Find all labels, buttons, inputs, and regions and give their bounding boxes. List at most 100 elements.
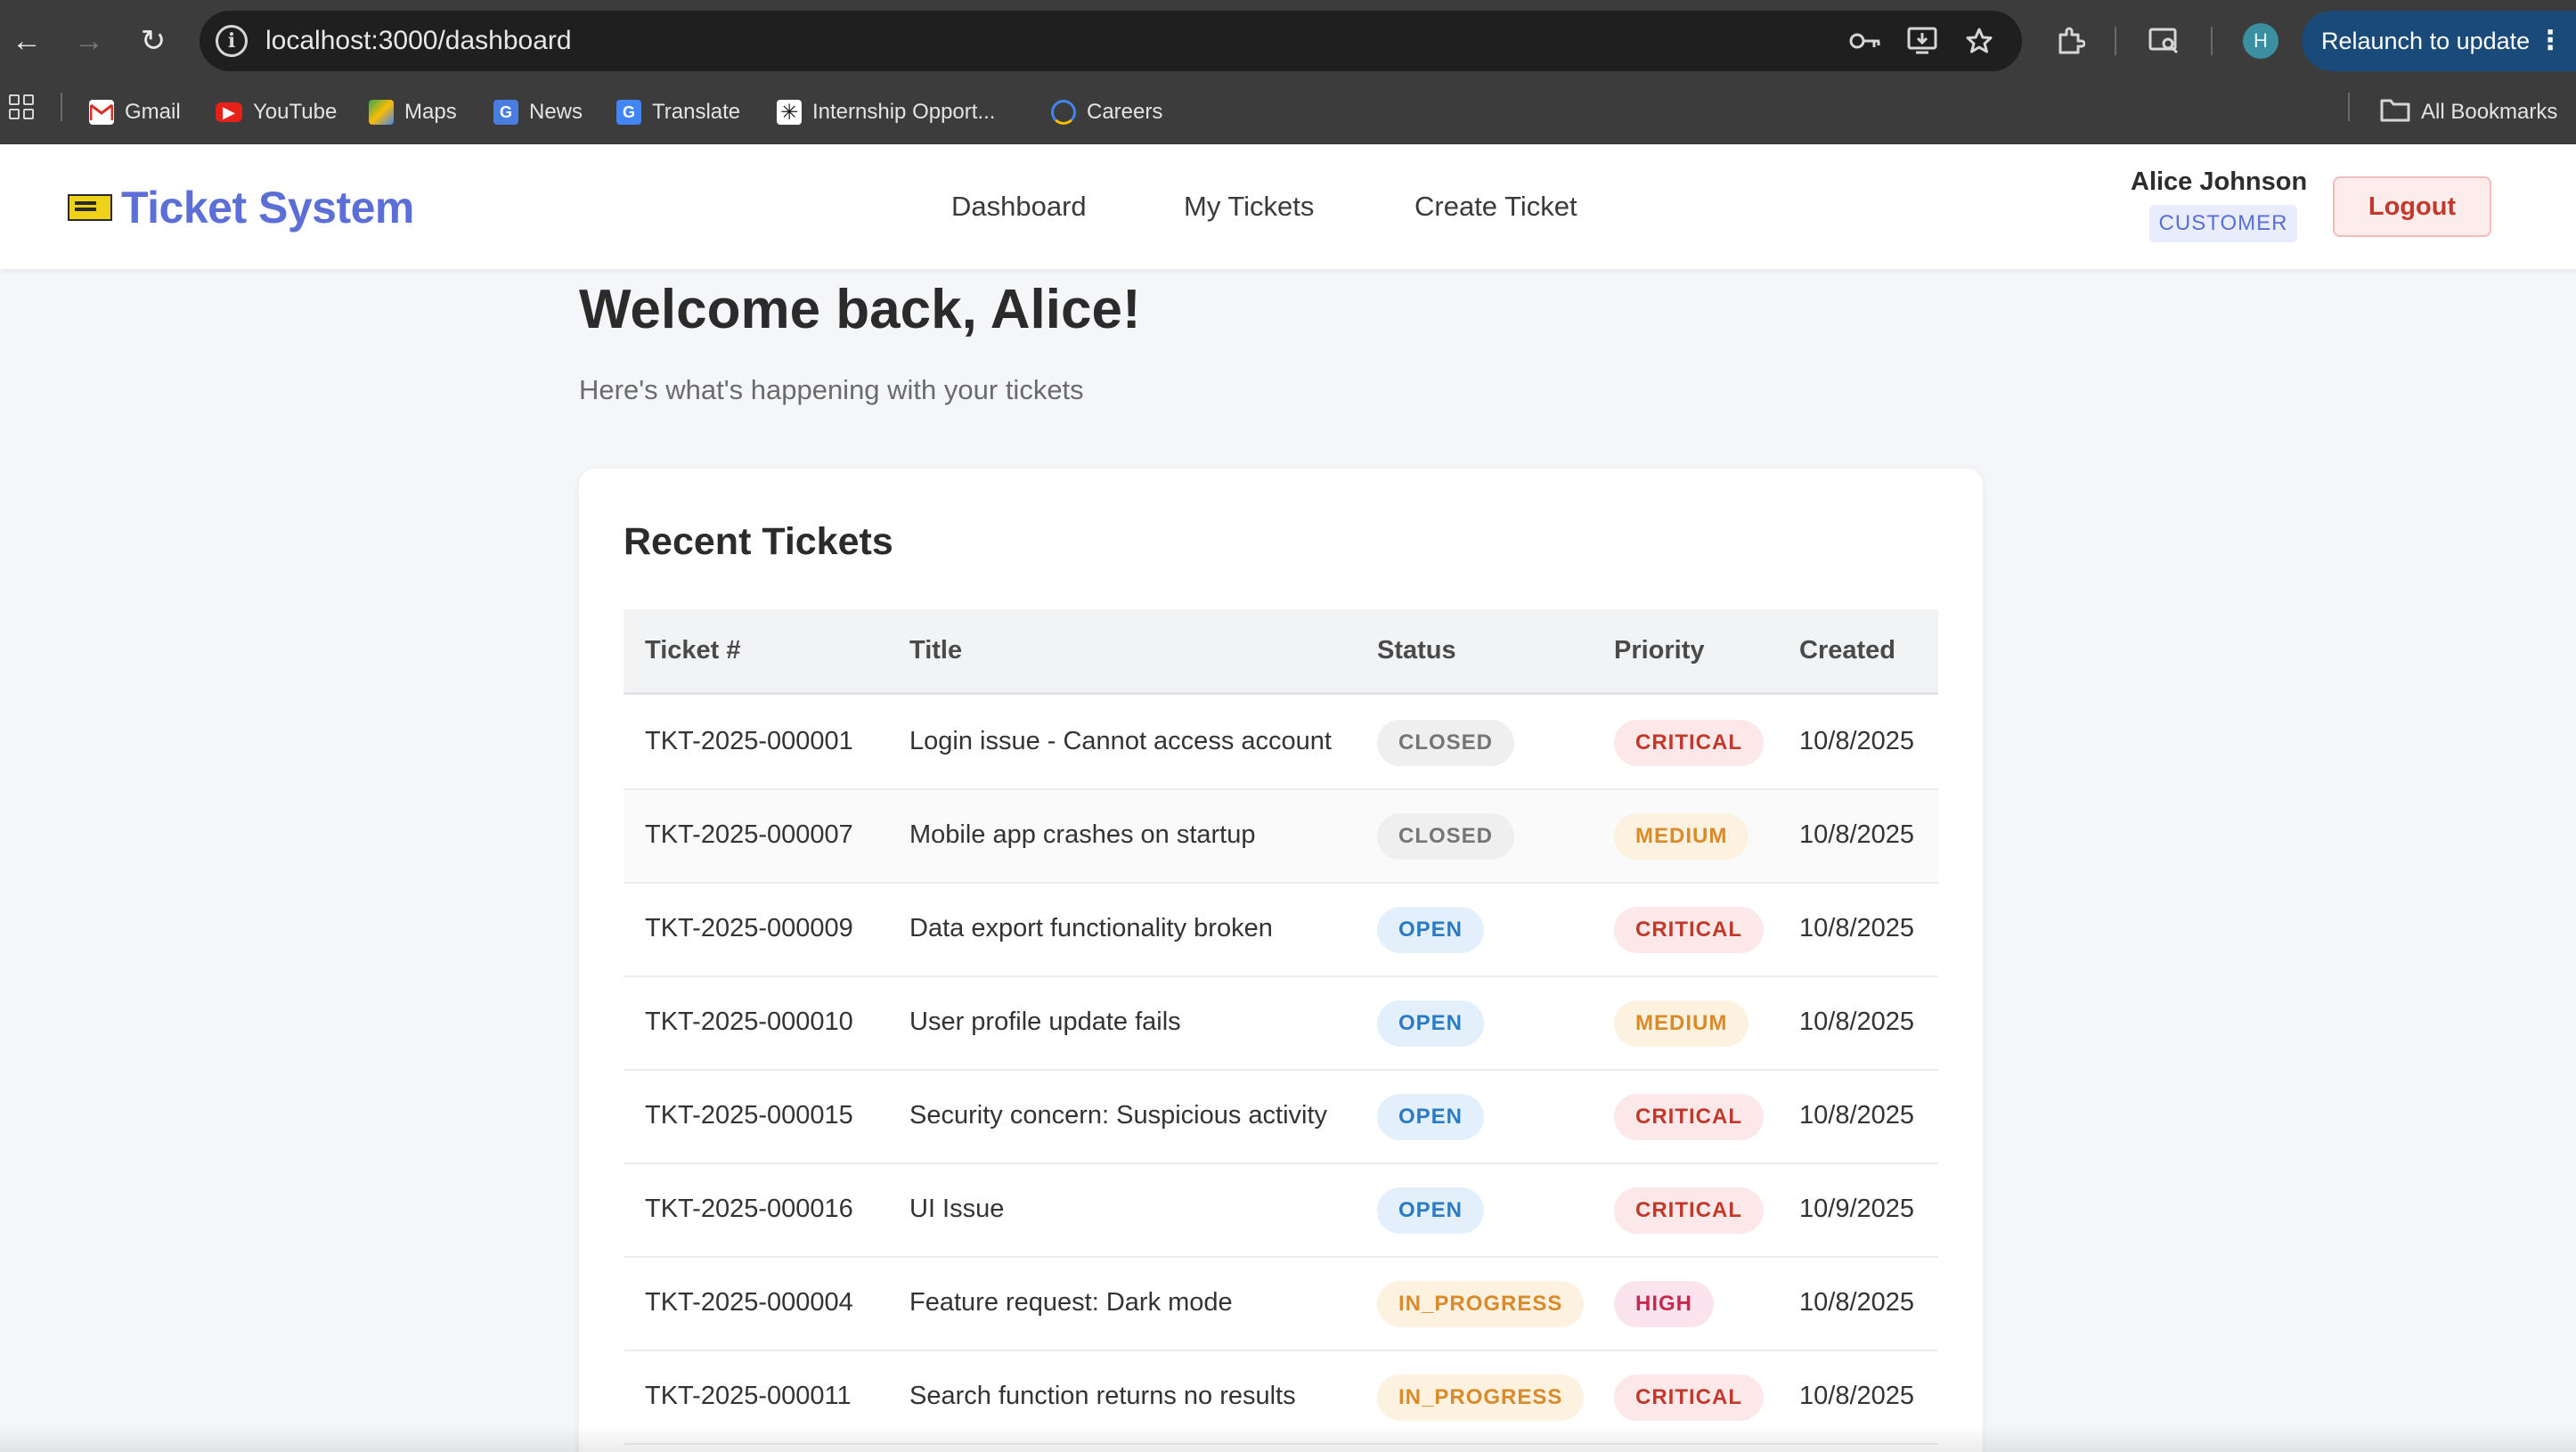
ticket-number: TKT-2025-000001 (645, 727, 853, 755)
bookmarks-bar: Gmail ▶ YouTube Maps G News G Translate … (0, 82, 2576, 144)
toolbar-divider (2211, 27, 2213, 55)
bookmark-divider (2348, 93, 2350, 121)
table-row[interactable]: TKT-2025-000007 Mobile app crashes on st… (624, 790, 1938, 884)
nav-my-tickets[interactable]: My Tickets (1184, 191, 1314, 223)
bookmark-label: Careers (1087, 100, 1163, 124)
status-badge: OPEN (1377, 1187, 1485, 1234)
priority-badge: MEDIUM (1614, 813, 1749, 860)
ticket-number: TKT-2025-000009 (645, 914, 853, 942)
bookmark-star-icon[interactable] (1961, 25, 1997, 57)
ticket-title: Search function returns no results (909, 1382, 1296, 1410)
status-badge: OPEN (1377, 907, 1485, 953)
table-row[interactable]: TKT-2025-000016 UI Issue OPEN CRITICAL 1… (624, 1164, 1938, 1258)
kebab-menu-icon[interactable]: ⋮ (2537, 11, 2564, 71)
browser-toolbar: ← → ↻ i localhost:3000/dashboard H Relau (0, 0, 2576, 82)
nav-dashboard[interactable]: Dashboard (951, 191, 1087, 223)
bookmark-news[interactable]: G News (493, 94, 583, 130)
careers-icon (1051, 100, 1076, 125)
created-date: 10/8/2025 (1799, 914, 1915, 942)
table-row[interactable]: TKT-2025-000009 Data export functionalit… (624, 884, 1938, 977)
ticket-number: TKT-2025-000015 (645, 1101, 853, 1130)
table-row[interactable]: TKT-2025-000015 Security concern: Suspic… (624, 1071, 1938, 1164)
bookmark-label: Translate (652, 100, 741, 124)
table-row[interactable]: TKT-2025-000004 Feature request: Dark mo… (624, 1258, 1938, 1351)
status-badge: IN_PROGRESS (1377, 1375, 1585, 1421)
folder-icon (2380, 97, 2410, 128)
bookmark-translate[interactable]: G Translate (616, 94, 740, 130)
install-app-icon[interactable] (1904, 25, 1940, 57)
column-header-created: Created (1799, 636, 1895, 665)
column-header-ticket: Ticket # (645, 636, 741, 665)
bookmark-careers[interactable]: Careers (1051, 94, 1162, 130)
ticket-title: Data export functionality broken (909, 914, 1273, 942)
brand-logo[interactable]: Ticket System (68, 182, 414, 233)
gmail-icon (89, 100, 114, 125)
ticket-title: Feature request: Dark mode (909, 1288, 1233, 1317)
relaunch-label: Relaunch to update (2321, 28, 2531, 54)
app-header: Ticket System Dashboard My Tickets Creat… (0, 144, 2576, 269)
user-name: Alice Johnson (2131, 167, 2308, 196)
bookmark-internship[interactable]: ✳ Internship Opport... (777, 94, 995, 130)
table-row[interactable]: TKT-2025-000001 Login issue - Cannot acc… (624, 697, 1938, 790)
priority-badge: CRITICAL (1614, 720, 1764, 766)
ticket-title: UI Issue (909, 1195, 1005, 1223)
ticket-logo-icon (68, 194, 112, 221)
ticket-number: TKT-2025-000004 (645, 1288, 853, 1317)
column-header-priority: Priority (1614, 636, 1705, 665)
status-badge: CLOSED (1377, 720, 1515, 766)
profile-avatar[interactable]: H (2243, 23, 2278, 59)
logout-button[interactable]: Logout (2333, 176, 2491, 237)
recent-tickets-title: Recent Tickets (624, 520, 893, 563)
url-text[interactable]: localhost:3000/dashboard (265, 26, 572, 56)
created-date: 10/9/2025 (1799, 1195, 1915, 1223)
relaunch-button[interactable]: Relaunch to update ⋮ (2302, 11, 2576, 71)
tab-search-icon[interactable] (2143, 20, 2186, 62)
maps-icon (369, 100, 394, 125)
all-bookmarks[interactable]: All Bookmarks (2380, 94, 2557, 130)
ticket-number: TKT-2025-000007 (645, 820, 853, 849)
ticket-number: TKT-2025-000010 (645, 1007, 853, 1036)
priority-badge: MEDIUM (1614, 1000, 1749, 1047)
user-role-badge: CUSTOMER (2149, 205, 2297, 242)
bookmark-gmail[interactable]: Gmail (89, 94, 181, 130)
created-date: 10/8/2025 (1799, 727, 1915, 755)
ticket-number: TKT-2025-000011 (645, 1382, 852, 1410)
created-date: 10/8/2025 (1799, 1101, 1915, 1130)
status-badge: OPEN (1377, 1094, 1485, 1140)
created-date: 10/8/2025 (1799, 1007, 1915, 1036)
priority-badge: CRITICAL (1614, 907, 1764, 953)
ticket-number: TKT-2025-000016 (645, 1195, 853, 1223)
status-badge: OPEN (1377, 1000, 1485, 1047)
created-date: 10/8/2025 (1799, 820, 1915, 849)
bookmark-maps[interactable]: Maps (369, 94, 457, 130)
site-info-icon[interactable]: i (216, 25, 248, 57)
extensions-icon[interactable] (2049, 20, 2091, 62)
priority-badge: HIGH (1614, 1281, 1714, 1327)
browser-chrome: ← → ↻ i localhost:3000/dashboard H Relau (0, 0, 2576, 144)
password-key-icon[interactable] (1847, 25, 1883, 57)
table-row[interactable]: TKT-2025-000010 User profile update fail… (624, 977, 1938, 1071)
priority-badge: CRITICAL (1614, 1375, 1764, 1421)
forward-arrow-icon[interactable]: → (68, 20, 110, 62)
bookmark-label: YouTube (253, 100, 338, 124)
news-icon: G (493, 100, 518, 125)
ticket-title: Security concern: Suspicious activity (909, 1101, 1328, 1130)
youtube-icon: ▶ (216, 102, 242, 122)
bookmark-label: Internship Opport... (812, 100, 996, 124)
created-date: 10/8/2025 (1799, 1382, 1915, 1410)
table-header: Ticket # Title Status Priority Created (624, 609, 1938, 695)
reload-icon[interactable]: ↻ (132, 20, 175, 62)
page-subtitle: Here's what's happening with your ticket… (579, 374, 1084, 405)
created-date: 10/8/2025 (1799, 1288, 1915, 1317)
ticket-title: Mobile app crashes on startup (909, 820, 1256, 849)
priority-badge: CRITICAL (1614, 1094, 1764, 1140)
brand-name: Ticket System (121, 183, 414, 232)
priority-badge: CRITICAL (1614, 1187, 1764, 1234)
bookmark-youtube[interactable]: ▶ YouTube (216, 94, 337, 130)
column-header-title: Title (909, 636, 963, 665)
status-badge: IN_PROGRESS (1377, 1281, 1585, 1327)
address-bar[interactable]: i localhost:3000/dashboard (200, 11, 2022, 71)
back-arrow-icon[interactable]: ← (5, 20, 48, 62)
internship-icon: ✳ (777, 100, 802, 125)
nav-create-ticket[interactable]: Create Ticket (1414, 191, 1577, 223)
